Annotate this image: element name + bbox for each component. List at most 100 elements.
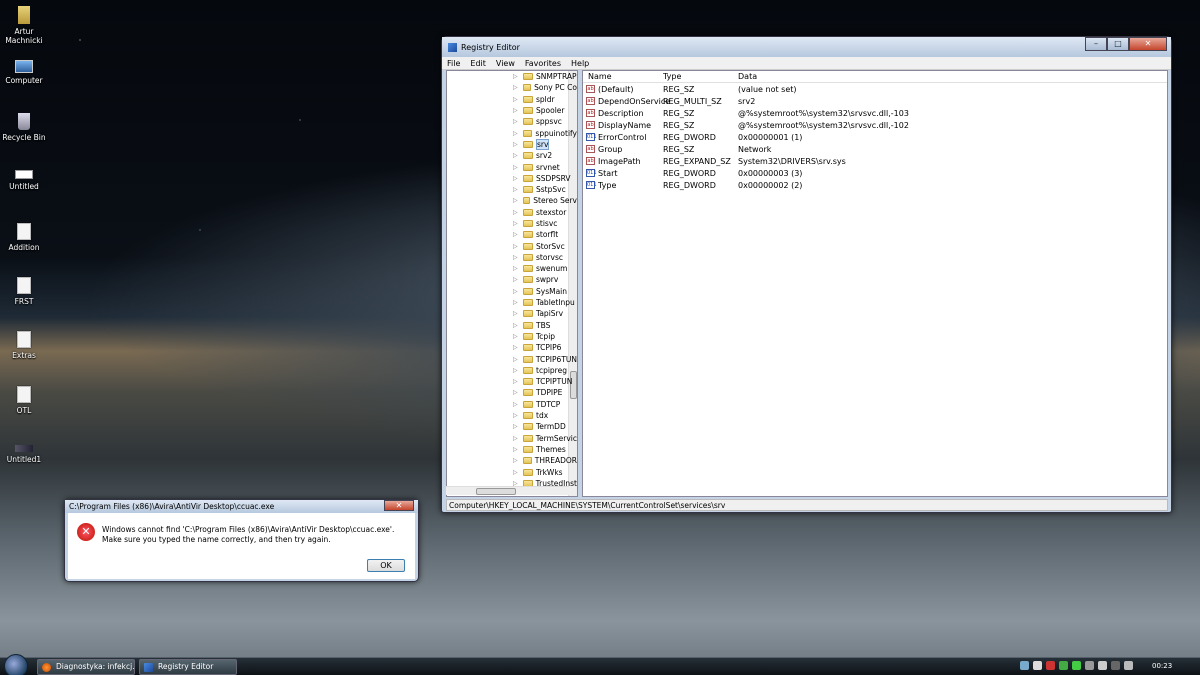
clock[interactable]: 00:23 — [1152, 662, 1172, 670]
value-row[interactable]: ab Group REG_SZ Network — [583, 143, 1167, 155]
expand-arrow-icon[interactable]: ▷ — [513, 152, 518, 159]
registry-editor-titlebar[interactable]: Registry Editor – □ ✕ — [442, 37, 1171, 57]
minimize-button[interactable]: – — [1085, 37, 1107, 51]
volume-icon[interactable] — [1098, 661, 1107, 670]
tree-key-item[interactable]: ▷ TrkWks — [447, 466, 577, 477]
menu-view[interactable]: View — [491, 59, 520, 68]
expand-arrow-icon[interactable]: ▷ — [513, 220, 518, 227]
value-row[interactable]: ab DisplayName REG_SZ @%systemroot%\system3… — [583, 119, 1167, 131]
ok-button[interactable]: OK — [367, 559, 405, 572]
tree-key-item[interactable]: ▷ TCPIPTUN — [447, 376, 577, 387]
expand-arrow-icon[interactable]: ▷ — [513, 254, 518, 261]
tree-key-item[interactable]: ▷ TermServic — [447, 433, 577, 444]
expand-arrow-icon[interactable]: ▷ — [513, 446, 518, 453]
menu-favorites[interactable]: Favorites — [520, 59, 566, 68]
expand-arrow-icon[interactable]: ▷ — [513, 299, 518, 306]
desktop-icon-addition[interactable]: Addition — [0, 223, 48, 252]
value-row[interactable]: ab (Default) REG_SZ (value not set) — [583, 83, 1167, 95]
tree-key-item[interactable]: ▷ storvsc — [447, 252, 577, 263]
tree-key-item[interactable]: ▷ TapiSrv — [447, 308, 577, 319]
expand-arrow-icon[interactable]: ▷ — [513, 389, 518, 396]
expand-arrow-icon[interactable]: ▷ — [513, 412, 518, 419]
taskbar-button-regedit[interactable]: Registry Editor — [139, 659, 237, 675]
tree-key-item[interactable]: ▷ storflt — [447, 229, 577, 240]
tray-icon[interactable] — [1072, 661, 1081, 670]
expand-arrow-icon[interactable]: ▷ — [513, 243, 518, 250]
value-row[interactable]: ab DependOnService REG_MULTI_SZ srv2 — [583, 95, 1167, 107]
desktop-icon-untitled[interactable]: Untitled — [0, 170, 48, 191]
tree-key-item[interactable]: ▷ tcpipreg — [447, 365, 577, 376]
expand-arrow-icon[interactable]: ▷ — [513, 333, 518, 340]
tree-key-item[interactable]: ▷ stisvc — [447, 218, 577, 229]
tree-key-item[interactable]: ▷ Themes — [447, 444, 577, 455]
expand-arrow-icon[interactable]: ▷ — [513, 175, 518, 182]
tree-key-item[interactable]: ▷ SSDPSRV — [447, 173, 577, 184]
tree-key-item[interactable]: ▷ TBS — [447, 320, 577, 331]
tree-key-item[interactable]: ▷ srv2 — [447, 150, 577, 161]
scrollbar-thumb[interactable] — [476, 488, 516, 495]
tray-icon[interactable] — [1046, 661, 1055, 670]
tree-key-item[interactable]: ▷ stexstor — [447, 207, 577, 218]
value-row[interactable]: 011 Start REG_DWORD 0x00000003 (3) — [583, 167, 1167, 179]
tree-key-item[interactable]: ▷ TCPIP6TUN — [447, 353, 577, 364]
registry-key-tree[interactable]: ▷ SNMPTRAP ▷ Sony PC Co ▷ spldr ▷ Spooler ▷ sppsv… — [446, 70, 578, 497]
desktop-icon-untitled1[interactable]: Untitled1 — [0, 445, 48, 464]
expand-arrow-icon[interactable]: ▷ — [513, 186, 518, 193]
tree-key-item[interactable]: ▷ Stereo Serv — [447, 195, 577, 206]
expand-arrow-icon[interactable]: ▷ — [513, 141, 518, 148]
menu-edit[interactable]: Edit — [465, 59, 491, 68]
maximize-button[interactable]: □ — [1107, 37, 1129, 51]
expand-arrow-icon[interactable]: ▷ — [513, 164, 518, 171]
expand-arrow-icon[interactable]: ▷ — [513, 107, 518, 114]
tree-key-item[interactable]: ▷ Spooler — [447, 105, 577, 116]
tree-key-item[interactable]: ▷ TCPIP6 — [447, 342, 577, 353]
expand-arrow-icon[interactable]: ▷ — [513, 96, 518, 103]
menu-file[interactable]: File — [442, 59, 465, 68]
menu-help[interactable]: Help — [566, 59, 594, 68]
tree-key-item[interactable]: ▷ Tcpip — [447, 331, 577, 342]
tree-key-item[interactable]: ▷ TermDD — [447, 421, 577, 432]
tray-icon[interactable] — [1111, 661, 1120, 670]
expand-arrow-icon[interactable]: ▷ — [513, 118, 518, 125]
column-header-type[interactable]: Type — [663, 72, 681, 81]
tree-key-item[interactable]: ▷ SNMPTRAP — [447, 71, 577, 82]
tree-key-item[interactable]: ▷ sppuinotify — [447, 127, 577, 138]
expand-arrow-icon[interactable]: ▷ — [513, 209, 518, 216]
expand-arrow-icon[interactable]: ▷ — [513, 310, 518, 317]
tree-key-item[interactable]: ▷ sppsvc — [447, 116, 577, 127]
column-header-data[interactable]: Data — [738, 72, 757, 81]
value-row[interactable]: ab ImagePath REG_EXPAND_SZ System32\DRIVERS… — [583, 155, 1167, 167]
expand-arrow-icon[interactable]: ▷ — [513, 322, 518, 329]
column-header-name[interactable]: Name — [588, 72, 612, 81]
value-row[interactable]: ab Description REG_SZ @%systemroot%\system3… — [583, 107, 1167, 119]
value-row[interactable]: 011 ErrorControl REG_DWORD 0x00000001 (1) — [583, 131, 1167, 143]
expand-arrow-icon[interactable]: ▷ — [513, 73, 518, 80]
desktop-icon-extras[interactable]: Extras — [0, 331, 48, 360]
expand-arrow-icon[interactable]: ▷ — [513, 231, 518, 238]
tree-key-item[interactable]: ▷ swenum — [447, 263, 577, 274]
expand-arrow-icon[interactable]: ▷ — [513, 356, 518, 363]
tray-icon[interactable] — [1020, 661, 1029, 670]
tree-key-item[interactable]: ▷ StorSvc — [447, 240, 577, 251]
close-button[interactable]: ✕ — [1129, 37, 1167, 51]
tree-key-item[interactable]: ▷ srvnet — [447, 161, 577, 172]
tree-key-item[interactable]: ▷ SysMain — [447, 286, 577, 297]
tray-icon[interactable] — [1059, 661, 1068, 670]
desktop-icon-computer[interactable]: Computer — [0, 60, 48, 85]
expand-arrow-icon[interactable]: ▷ — [513, 130, 518, 137]
expand-arrow-icon[interactable]: ▷ — [513, 265, 518, 272]
tree-horizontal-scrollbar[interactable] — [446, 486, 569, 495]
tree-key-item[interactable]: ▷ THREADOR — [447, 455, 577, 466]
tree-key-item[interactable]: ▷ TDPIPE — [447, 387, 577, 398]
desktop-icon-artur[interactable]: Artur Machnicki — [0, 6, 48, 45]
expand-arrow-icon[interactable]: ▷ — [513, 197, 518, 204]
expand-arrow-icon[interactable]: ▷ — [513, 344, 518, 351]
tree-key-item[interactable]: ▷ SstpSvc — [447, 184, 577, 195]
tree-key-item[interactable]: ▷ TDTCP — [447, 399, 577, 410]
expand-arrow-icon[interactable]: ▷ — [513, 276, 518, 283]
tree-key-item[interactable]: ▷ srv — [447, 138, 577, 150]
expand-arrow-icon[interactable]: ▷ — [513, 367, 518, 374]
tray-icon[interactable] — [1033, 661, 1042, 670]
tree-key-item[interactable]: ▷ Sony PC Co — [447, 82, 577, 93]
value-row[interactable]: 011 Type REG_DWORD 0x00000002 (2) — [583, 179, 1167, 191]
